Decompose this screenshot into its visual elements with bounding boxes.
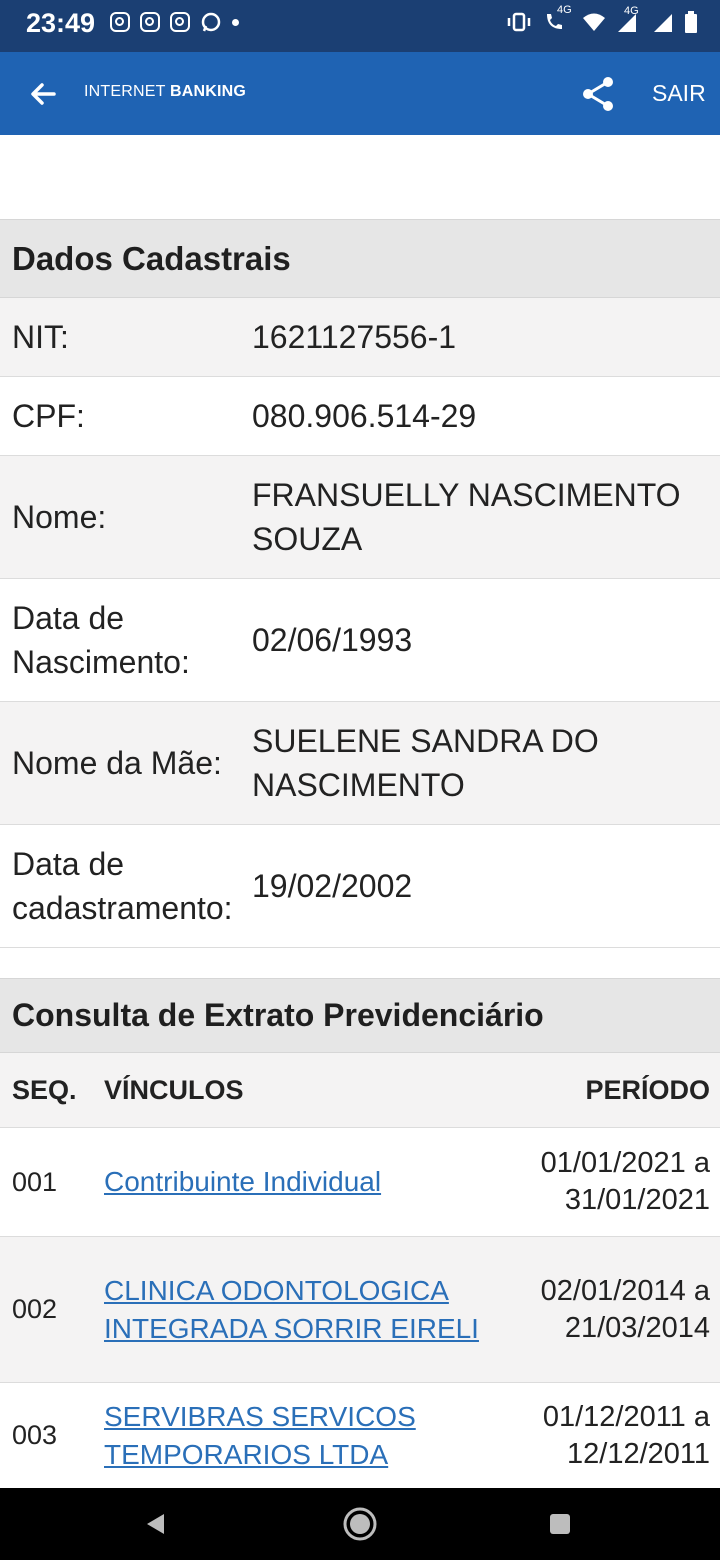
field-label: Data de cadastramento: xyxy=(12,846,233,926)
field-value: SUELENE SANDRA DO NASCIMENTO xyxy=(252,723,599,803)
row-nome-mae: Nome da Mãe: SUELENE SANDRA DO NASCIMENT… xyxy=(0,702,720,825)
column-header-periodo: PERÍODO xyxy=(585,1074,710,1105)
more-notifications-dot xyxy=(232,18,239,26)
nav-home-icon[interactable] xyxy=(342,1506,378,1542)
system-icons: 4G 4G xyxy=(506,4,698,34)
row-data-cadastramento: Data de cadastramento: 19/02/2002 xyxy=(0,825,720,948)
periodo-cell: 01/12/2011 a 12/12/2011 xyxy=(542,1400,710,1470)
notification-icons xyxy=(110,11,239,33)
navigation-bar xyxy=(0,1488,720,1560)
status-bar: 23:49 4G 4G xyxy=(0,0,720,52)
whatsapp-icon xyxy=(201,12,221,32)
field-label: NIT: xyxy=(12,319,69,355)
table-row: 002 CLINICA ODONTOLOGICA INTEGRADA SORRI… xyxy=(0,1237,720,1383)
signal-icon: 4G xyxy=(616,5,642,33)
seq-cell: 001 xyxy=(12,1166,58,1197)
field-label: Nome da Mãe: xyxy=(12,745,222,781)
field-value: FRANSUELLY NASCIMENTO SOUZA xyxy=(252,477,681,557)
wifi-icon xyxy=(583,13,605,31)
instagram-icon xyxy=(140,12,160,32)
table-row: 001 Contribuinte Individual 01/01/2021 a… xyxy=(0,1128,720,1237)
field-value: 1621127556-1 xyxy=(252,319,457,355)
vinculo-cell: Contribuinte Individual xyxy=(92,1163,490,1201)
share-icon[interactable] xyxy=(576,72,620,116)
vinculo-link[interactable]: CLINICA ODONTOLOGICA INTEGRADA SORRIR EI… xyxy=(104,1275,479,1344)
field-label: CPF: xyxy=(12,398,85,434)
internet-banking-logo: INTERNET BANKING xyxy=(84,83,247,100)
volte-call-icon: 4G xyxy=(542,4,572,34)
column-header-seq: SEQ. xyxy=(12,1074,77,1105)
periodo-cell: 02/01/2014 a 21/03/2014 xyxy=(540,1274,710,1344)
vinculo-link[interactable]: Contribuinte Individual xyxy=(104,1166,381,1197)
table-row: 003 SERVIBRAS SERVICOS TEMPORARIOS LTDA … xyxy=(0,1383,720,1489)
row-nome: Nome: FRANSUELLY NASCIMENTO SOUZA xyxy=(0,456,720,579)
field-label: Nome: xyxy=(12,499,107,535)
instagram-icon xyxy=(170,12,190,32)
logout-button[interactable]: SAIR xyxy=(652,80,706,107)
vinculo-link[interactable]: SERVIBRAS SERVICOS TEMPORARIOS LTDA xyxy=(104,1401,416,1470)
seq-cell: 003 xyxy=(12,1420,58,1450)
section-title-extrato: Consulta de Extrato Previdenciário xyxy=(0,978,720,1053)
row-data-nascimento: Data de Nascimento: 02/06/1993 xyxy=(0,579,720,702)
vinculo-cell: SERVIBRAS SERVICOS TEMPORARIOS LTDA xyxy=(92,1398,490,1474)
field-value: 080.906.514-29 xyxy=(252,398,477,434)
row-nit: NIT: 1621127556-1 xyxy=(0,298,720,377)
periodo-cell: 01/01/2021 a 31/01/2021 xyxy=(540,1147,710,1216)
field-value: 19/02/2002 xyxy=(252,868,413,904)
battery-icon xyxy=(685,11,697,33)
seq-cell: 002 xyxy=(12,1294,58,1324)
nav-recents-icon[interactable] xyxy=(549,1513,571,1535)
column-header-vinculos: VÍNCULOS xyxy=(104,1074,244,1105)
top-spacer xyxy=(0,135,720,219)
section-title-dados: Dados Cadastrais xyxy=(0,219,720,298)
table-header: SEQ. VÍNCULOS PERÍODO xyxy=(0,1053,720,1128)
row-cpf: CPF: 080.906.514-29 xyxy=(0,377,720,456)
field-label: Data de Nascimento: xyxy=(12,600,190,680)
field-value: 02/06/1993 xyxy=(252,622,413,658)
main-content: Dados Cadastrais NIT: 1621127556-1 CPF: … xyxy=(0,135,720,1489)
nav-back-icon[interactable] xyxy=(144,1512,168,1536)
instagram-icon xyxy=(110,12,130,32)
signal-icon xyxy=(654,14,672,32)
app-bar: INTERNET BANKING SAIR xyxy=(0,52,720,135)
status-time: 23:49 xyxy=(26,8,96,38)
vibrate-icon xyxy=(507,12,531,32)
back-arrow-icon[interactable] xyxy=(24,74,64,114)
vinculo-cell: CLINICA ODONTOLOGICA INTEGRADA SORRIR EI… xyxy=(92,1272,490,1348)
